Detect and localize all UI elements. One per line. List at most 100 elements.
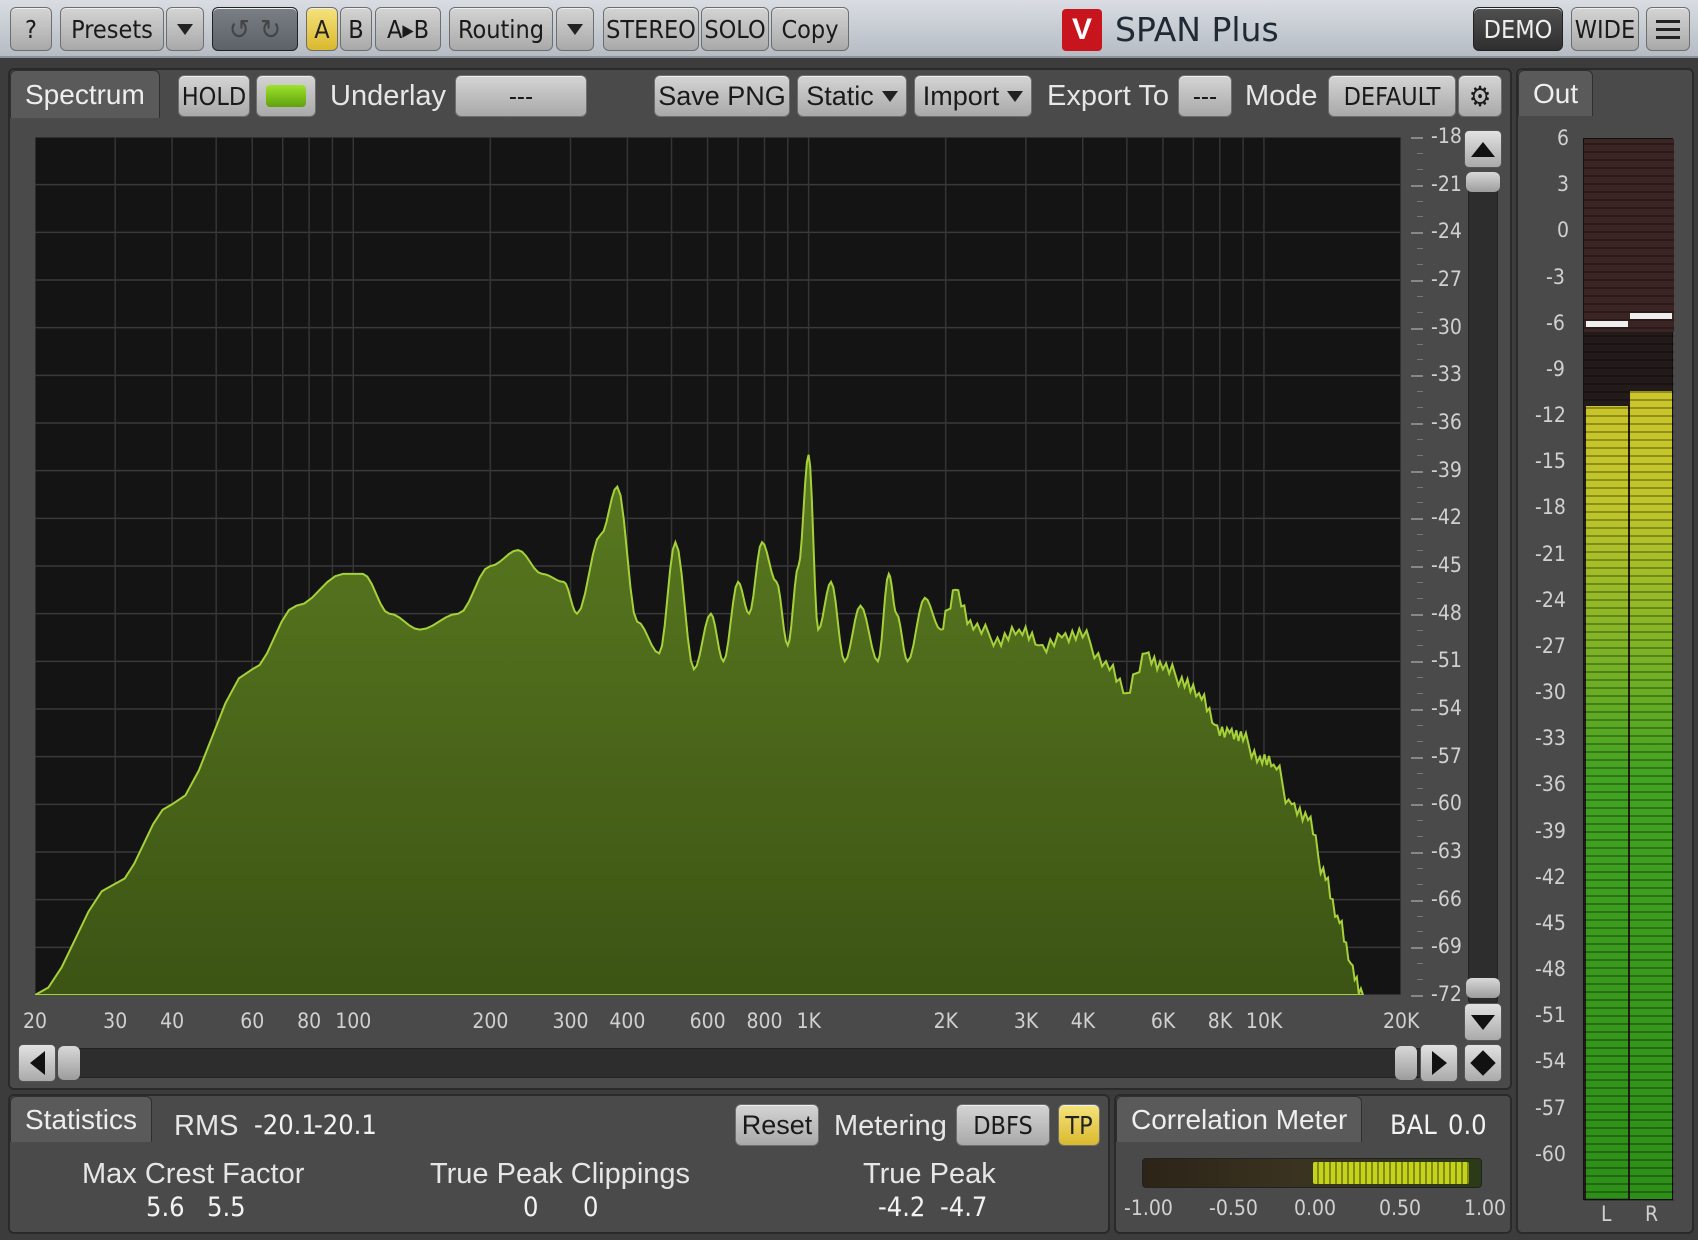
- freq-tick-label: 20K: [1383, 1009, 1420, 1033]
- db-minor-tick: [1417, 867, 1423, 869]
- db-minor-tick: [1417, 788, 1423, 790]
- output-scale-label: 3: [1557, 172, 1570, 197]
- diamond-icon: [1470, 1050, 1496, 1076]
- vertical-scroll-handle-top[interactable]: [1466, 172, 1500, 192]
- db-tick-mark: [1411, 470, 1423, 473]
- vertical-scroll-track[interactable]: [1468, 172, 1498, 1004]
- freq-tick-label: 20: [23, 1009, 48, 1033]
- freq-tick-label: 200: [472, 1009, 509, 1033]
- freq-tick-label: 60: [240, 1009, 265, 1033]
- freq-tick-label: 100: [335, 1009, 372, 1033]
- crest-right-value: 5.5: [207, 1192, 246, 1223]
- presets-button[interactable]: Presets: [60, 7, 164, 51]
- vertical-scroll-handle-bottom[interactable]: [1466, 978, 1500, 998]
- arrow-down-icon: [1471, 1014, 1495, 1030]
- db-minor-tick: [1417, 407, 1423, 409]
- freq-tick-label: 8K: [1207, 1009, 1233, 1033]
- menu-icon[interactable]: [1646, 7, 1690, 51]
- tab-spectrum[interactable]: Spectrum: [10, 70, 160, 118]
- horizontal-scroll-handle-right[interactable]: [1395, 1046, 1417, 1080]
- db-minor-tick: [1417, 979, 1423, 981]
- mode-select[interactable]: DEFAULT: [1328, 75, 1456, 117]
- undo-redo-group: ↺ ↻: [212, 7, 298, 51]
- freq-tick-label: 4K: [1070, 1009, 1096, 1033]
- scroll-down-button[interactable]: [1464, 1003, 1502, 1041]
- correlation-scale-label: -1.00: [1124, 1196, 1173, 1220]
- reset-button[interactable]: Reset: [735, 1104, 819, 1146]
- output-scale-label: -9: [1546, 356, 1565, 381]
- underlay-toggle[interactable]: [256, 75, 316, 117]
- scroll-right-button[interactable]: [1420, 1044, 1458, 1082]
- true-peak-left-value: -4.2: [878, 1192, 926, 1223]
- routing-button[interactable]: Routing: [449, 7, 553, 51]
- spectrum-plot[interactable]: [35, 137, 1401, 995]
- stereo-button[interactable]: STEREO: [603, 7, 699, 51]
- copy-button[interactable]: Copy: [771, 7, 849, 51]
- true-peak-toggle[interactable]: TP: [1058, 1104, 1100, 1146]
- clippings-left-value: 0: [523, 1192, 539, 1223]
- help-button[interactable]: ?: [10, 7, 52, 51]
- output-scale-label: -15: [1535, 449, 1566, 474]
- demo-button[interactable]: DEMO: [1473, 7, 1563, 51]
- settings-gear-icon[interactable]: ⚙: [1458, 75, 1502, 117]
- metering-label: Metering: [834, 1110, 947, 1142]
- db-minor-tick: [1417, 502, 1423, 504]
- arrow-right-icon: [1431, 1051, 1447, 1075]
- db-tick-label: -51: [1431, 648, 1462, 673]
- preset-a-button[interactable]: A: [306, 7, 338, 51]
- db-minor-tick: [1417, 359, 1423, 361]
- db-minor-tick: [1417, 311, 1423, 313]
- db-tick-mark: [1411, 566, 1423, 568]
- db-minor-tick: [1417, 454, 1423, 456]
- tab-out[interactable]: Out: [1518, 70, 1594, 116]
- preset-b-button[interactable]: B: [340, 7, 372, 51]
- db-tick-label: -27: [1431, 267, 1462, 291]
- solo-button[interactable]: SOLO: [701, 7, 769, 51]
- correlation-scale-label: 0.50: [1379, 1196, 1422, 1220]
- tab-correlation-meter[interactable]: Correlation Meter: [1116, 1096, 1363, 1142]
- true-peak-label: True Peak: [863, 1158, 996, 1190]
- crest-left-value: 5.6: [146, 1192, 185, 1223]
- scroll-left-button[interactable]: [18, 1044, 56, 1082]
- rms-right-value: -20.1: [314, 1110, 377, 1141]
- chevron-down-icon: [881, 90, 898, 102]
- db-tick-mark: [1411, 518, 1423, 521]
- db-tick-mark: [1411, 995, 1423, 997]
- routing-dropdown-button[interactable]: [556, 7, 594, 51]
- output-scale-label: -30: [1535, 680, 1566, 705]
- horizontal-scroll-track[interactable]: [58, 1048, 1424, 1078]
- horizontal-scroll-handle-left[interactable]: [58, 1046, 80, 1080]
- export-to-select[interactable]: ---: [1178, 75, 1232, 117]
- db-minor-tick: [1417, 534, 1423, 536]
- undo-icon[interactable]: ↺: [229, 13, 250, 46]
- true-peak-clippings-label: True Peak Clippings: [430, 1158, 691, 1190]
- reset-zoom-button[interactable]: [1464, 1044, 1502, 1082]
- db-tick-label: -39: [1431, 457, 1462, 482]
- db-tick-label: -63: [1431, 839, 1462, 863]
- output-scale-label: -33: [1535, 726, 1566, 751]
- static-dropdown[interactable]: Static: [797, 75, 907, 117]
- db-tick-label: -60: [1431, 791, 1462, 816]
- import-dropdown[interactable]: Import: [914, 75, 1032, 117]
- app-logo-icon: V: [1062, 9, 1102, 51]
- underlay-select[interactable]: ---: [455, 75, 587, 117]
- db-tick-mark: [1411, 947, 1423, 950]
- tab-statistics[interactable]: Statistics: [10, 1096, 153, 1142]
- db-minor-tick: [1417, 391, 1423, 393]
- hold-button[interactable]: HOLD: [178, 75, 250, 117]
- output-scale-label: 0: [1557, 218, 1570, 243]
- presets-dropdown-button[interactable]: [166, 7, 204, 51]
- db-tick-label: -66: [1431, 886, 1462, 911]
- wide-button[interactable]: WIDE: [1571, 7, 1639, 51]
- balance-value: 0.0: [1448, 1110, 1487, 1141]
- save-png-button[interactable]: Save PNG: [654, 75, 790, 117]
- metering-select[interactable]: DBFS: [956, 1104, 1050, 1146]
- redo-icon[interactable]: ↻: [260, 13, 281, 46]
- output-scale-label: -48: [1535, 957, 1566, 982]
- channel-left-label: L: [1601, 1202, 1612, 1226]
- db-minor-tick: [1417, 486, 1423, 488]
- db-minor-tick: [1417, 581, 1423, 583]
- copy-a-to-b-button[interactable]: A▸B: [375, 7, 441, 51]
- crest-factor-label: Max Crest Factor: [82, 1158, 305, 1190]
- scroll-up-button[interactable]: [1464, 130, 1502, 168]
